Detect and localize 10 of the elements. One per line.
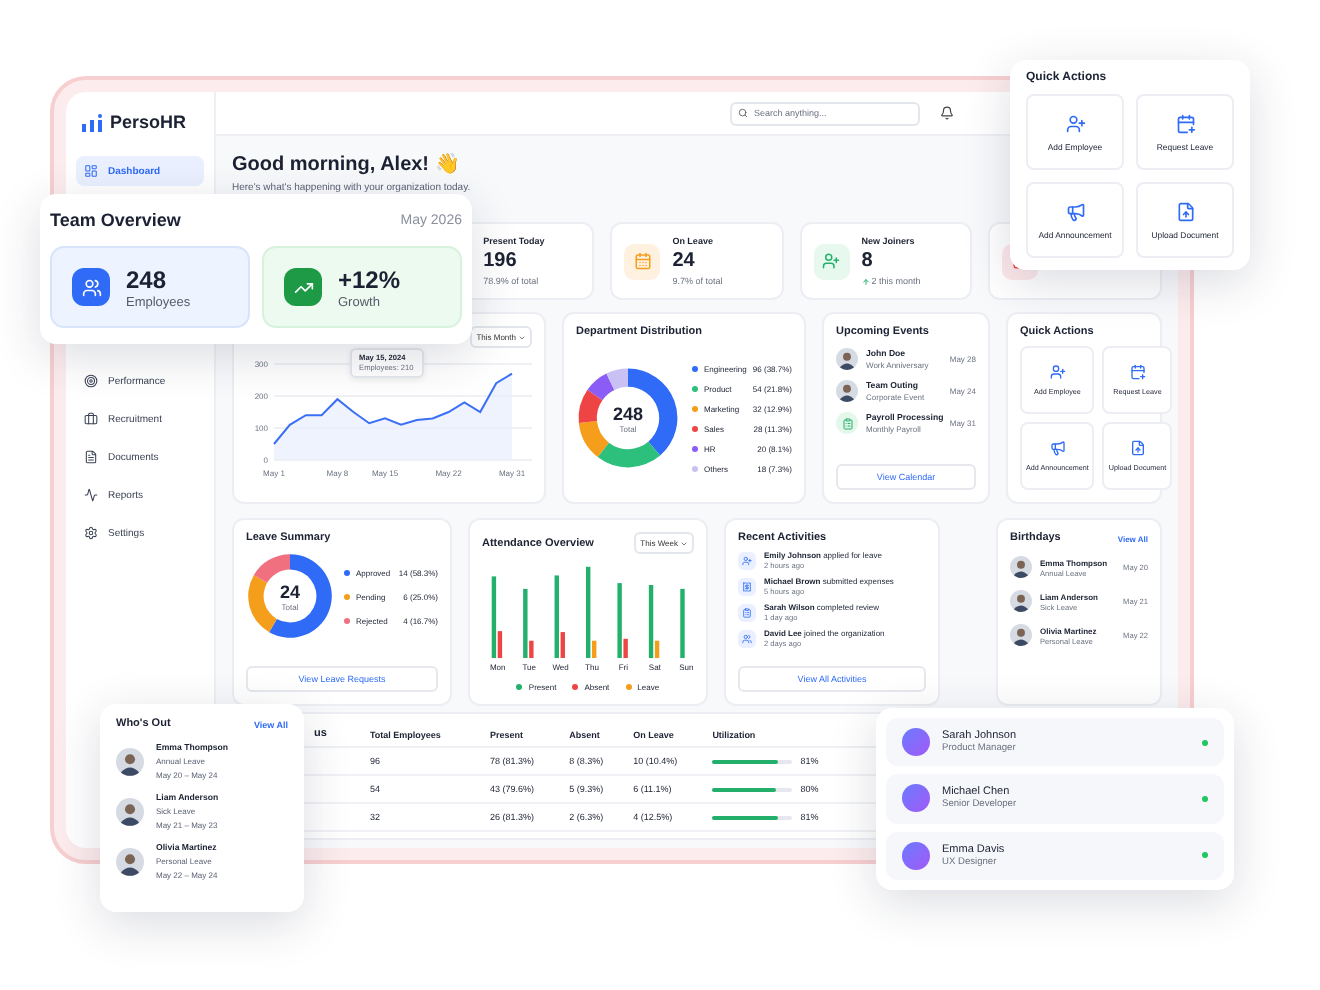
donut-total: 248: [612, 403, 644, 423]
tile-value: +12%: [338, 265, 401, 293]
card-title: Team Overview: [50, 210, 181, 230]
app-logo: PersoHR: [110, 112, 187, 132]
stat-value: 196: [483, 250, 519, 272]
greeting-title: Good morning, Alex! 👋: [232, 152, 461, 176]
tile-value: 248: [126, 265, 169, 293]
donut-total: 24: [279, 581, 300, 601]
stat-value: 24: [672, 250, 697, 272]
stat-value: 8: [861, 250, 875, 272]
